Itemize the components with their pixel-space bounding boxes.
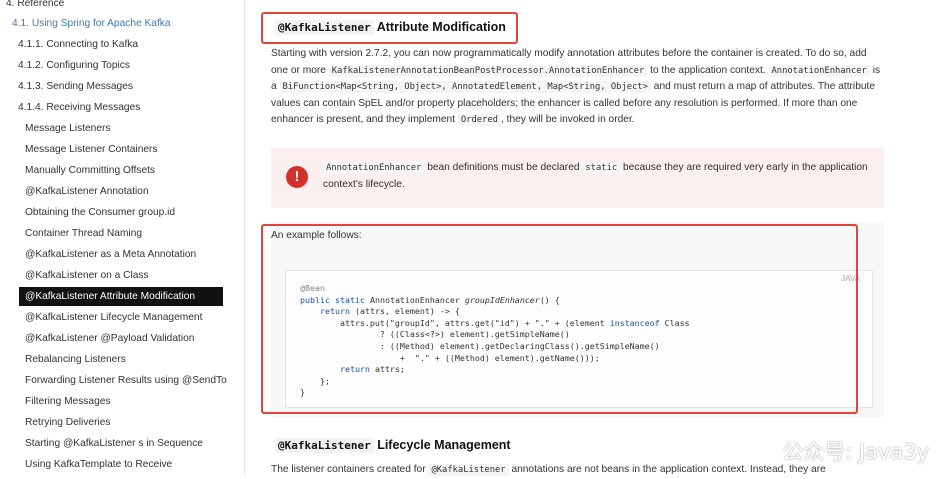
sidebar-item[interactable]: Forwarding Listener Results using @SendT…: [0, 371, 227, 390]
sidebar-item[interactable]: @KafkaListener on a Class: [0, 266, 149, 285]
sidebar-item[interactable]: Manually Committing Offsets: [0, 161, 155, 180]
warning-text: AnnotationEnhancer bean definitions must…: [323, 160, 871, 193]
inline-code: @KafkaListener: [428, 464, 509, 476]
sidebar-item[interactable]: 4.1.2. Configuring Topics: [0, 56, 130, 75]
warning-admonition: ! AnnotationEnhancer bean definitions mu…: [271, 148, 884, 208]
sidebar-item[interactable]: @KafkaListener Attribute Modification: [19, 287, 223, 306]
sidebar-item[interactable]: @KafkaListener @Payload Validation: [0, 329, 194, 348]
inline-code: KafkaListenerAnnotationBeanPostProcessor…: [328, 64, 648, 77]
text: The listener containers created for: [271, 464, 426, 475]
text: to the application context.: [650, 64, 766, 76]
sidebar-item[interactable]: 4.1.1. Connecting to Kafka: [0, 35, 138, 54]
sidebar-item[interactable]: 4.1.4. Receiving Messages: [0, 98, 140, 117]
sidebar-item[interactable]: 4.1.3. Sending Messages: [0, 77, 133, 96]
sidebar-item[interactable]: Using KafkaTemplate to Receive: [0, 455, 172, 474]
sidebar-item[interactable]: @KafkaListener Lifecycle Management: [0, 308, 202, 327]
sidebar-item[interactable]: Filtering Messages: [0, 392, 111, 411]
heading-text: Attribute Modification: [376, 20, 506, 34]
main-content: @KafkaListener Attribute Modification St…: [245, 0, 937, 476]
sidebar-item[interactable]: Starting @KafkaListener s in Sequence: [0, 434, 203, 453]
watermark-text: 公众号: Java3y: [782, 440, 929, 464]
sidebar-item[interactable]: Container Thread Naming: [0, 224, 142, 243]
sidebar-nav: 4. Reference 4.1. Using Spring for Apache…: [0, 0, 245, 476]
sidebar-item[interactable]: Obtaining the Consumer group.id: [0, 203, 175, 222]
inline-code: AnnotationEnhancer: [768, 64, 870, 77]
exclamation-icon: !: [286, 166, 308, 188]
sidebar-item[interactable]: Message Listeners: [0, 119, 111, 138]
inline-code: BiFunction<Map<String, Object>, Annotate…: [279, 81, 651, 93]
example-highlight-box: [261, 224, 858, 414]
sidebar-item[interactable]: Rebalancing Listeners: [0, 350, 126, 369]
inline-code: Ordered: [457, 114, 501, 126]
heading-text: Lifecycle Management: [377, 438, 511, 452]
heading-code: @KafkaListener: [275, 20, 374, 35]
text: , they will be invoked in order.: [500, 114, 635, 125]
inline-code: static: [582, 162, 621, 174]
intro-paragraph: Starting with version 2.7.2, you can now…: [271, 46, 885, 129]
sidebar-item[interactable]: Message Listener Containers: [0, 140, 158, 159]
sidebar-item[interactable]: @KafkaListener as a Meta Annotation: [0, 245, 196, 264]
heading-code: @KafkaListener: [275, 438, 374, 453]
section-heading-lifecycle-management: @KafkaListener Lifecycle Management: [275, 438, 511, 453]
sidebar-item[interactable]: 4.1. Using Spring for Apache Kafka: [0, 14, 171, 33]
text: annotations are not beans in the applica…: [511, 464, 826, 475]
inline-code: AnnotationEnhancer: [323, 162, 425, 174]
text: bean definitions must be declared: [427, 162, 580, 173]
sidebar-item[interactable]: Retrying Deliveries: [0, 413, 111, 432]
sidebar-item[interactable]: 4. Reference: [0, 0, 64, 13]
section-heading-attribute-modification: @KafkaListener Attribute Modification: [275, 20, 506, 35]
sidebar-item[interactable]: @KafkaListener Annotation: [0, 182, 149, 201]
